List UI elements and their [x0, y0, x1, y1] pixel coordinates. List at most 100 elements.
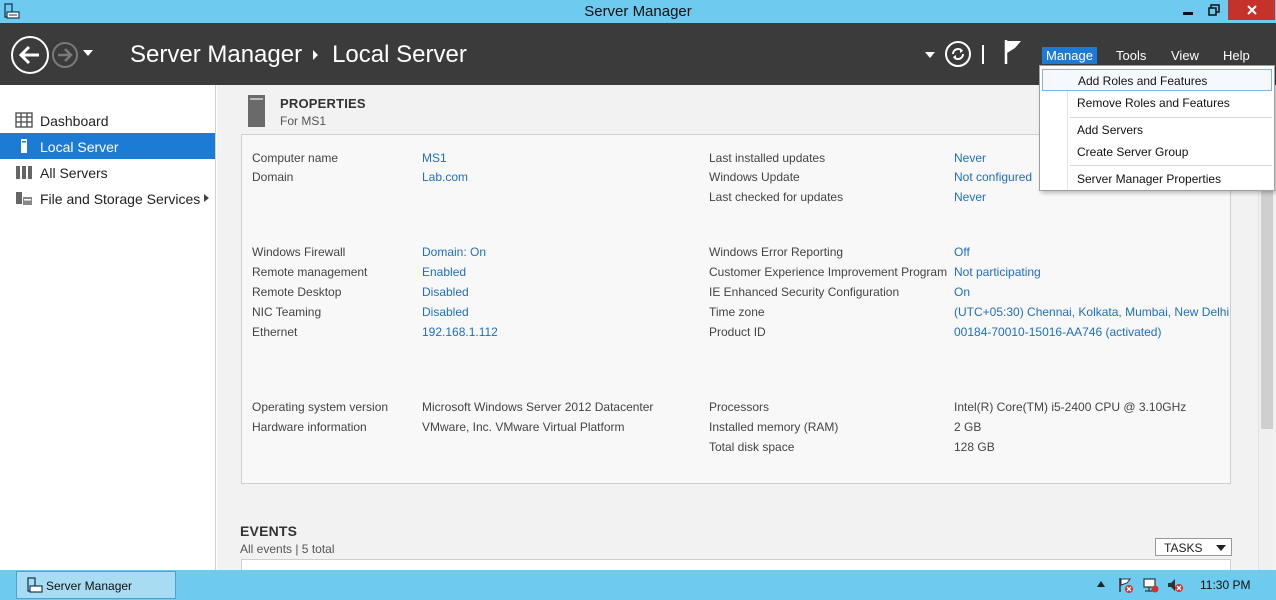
prop-label: Installed memory (RAM): [709, 420, 839, 434]
header-divider: [982, 45, 984, 64]
menu-item-label: Remove Roles and Features: [1077, 96, 1230, 110]
show-hidden-icons-icon[interactable]: [1097, 581, 1105, 587]
memory-value: 2 GB: [954, 420, 982, 434]
minimize-icon: [1182, 12, 1193, 15]
prop-label: Customer Experience Improvement Program: [709, 265, 948, 279]
notifications-flag-icon[interactable]: [1003, 39, 1023, 65]
taskbar-app-label: Server Manager: [46, 579, 133, 593]
sidebar-item-label: Local Server: [40, 139, 119, 155]
refresh-button[interactable]: [945, 41, 971, 67]
forward-button[interactable]: [52, 42, 78, 68]
arrow-left-icon: [19, 45, 39, 65]
prop-label: Remote management: [252, 265, 368, 279]
prop-label: Computer name: [252, 151, 339, 165]
prop-label: Ethernet: [252, 325, 298, 339]
prop-label: Remote Desktop: [252, 285, 342, 299]
prop-label: Time zone: [709, 305, 765, 319]
menu-separator: [1070, 117, 1272, 118]
minimize-button[interactable]: [1174, 0, 1201, 20]
breadcrumb-separator-icon: [313, 50, 319, 60]
window-title: Server Manager: [584, 3, 692, 20]
menu-tools[interactable]: Tools: [1116, 47, 1146, 64]
ethernet-link[interactable]: 192.168.1.112: [422, 325, 498, 339]
clock[interactable]: 11:30 PM: [1200, 578, 1250, 592]
time-zone-link[interactable]: (UTC+05:30) Chennai, Kolkata, Mumbai, Ne…: [954, 305, 1229, 319]
menu-item-remove-roles-features[interactable]: Remove Roles and Features: [1042, 92, 1272, 114]
prop-label: NIC Teaming: [252, 305, 322, 319]
menu-item-server-manager-properties[interactable]: Server Manager Properties: [1042, 168, 1272, 190]
network-icon[interactable]: [1142, 576, 1160, 594]
ie-esc-link[interactable]: On: [954, 285, 970, 299]
menu-item-label: Create Server Group: [1077, 145, 1189, 159]
computer-name-link[interactable]: MS1: [422, 151, 447, 165]
tasks-label: TASKS: [1164, 541, 1203, 555]
prop-label: Processors: [709, 400, 770, 414]
prop-label: Windows Error Reporting: [709, 245, 844, 259]
properties-subtitle: For MS1: [280, 114, 327, 128]
menu-view[interactable]: View: [1171, 47, 1199, 64]
taskbar-server-manager-button[interactable]: Server Manager: [16, 571, 176, 599]
back-button[interactable]: [11, 36, 49, 74]
last-installed-updates-link[interactable]: Never: [954, 151, 986, 165]
remote-desktop-link[interactable]: Disabled: [422, 285, 469, 299]
sidebar-item-all-servers[interactable]: All Servers: [0, 159, 215, 185]
menu-item-add-servers[interactable]: Add Servers: [1042, 119, 1272, 141]
menu-manage[interactable]: Manage: [1042, 47, 1097, 64]
server-manager-app-icon: [27, 577, 43, 593]
menu-item-label: Server Manager Properties: [1077, 172, 1222, 186]
sidebar-item-label: File and Storage Services: [40, 191, 201, 207]
manage-dropdown-menu: Add Roles and Features Remove Roles and …: [1039, 65, 1275, 191]
prop-label: Windows Firewall: [252, 245, 346, 259]
sidebar-item-dashboard[interactable]: Dashboard: [0, 107, 215, 133]
vertical-scrollbar[interactable]: [1258, 189, 1274, 570]
os-version-value: Microsoft Windows Server 2012 Datacenter: [422, 400, 654, 414]
windows-update-link[interactable]: Not configured: [954, 170, 1032, 184]
tasks-dropdown-button[interactable]: TASKS: [1155, 538, 1232, 556]
refresh-icon: [952, 48, 964, 60]
volume-muted-icon[interactable]: [1166, 576, 1184, 594]
menu-item-label: Add Servers: [1077, 123, 1144, 137]
menu-separator: [1070, 165, 1272, 166]
processors-value: Intel(R) Core(TM) i5-2400 CPU @ 3.10GHz: [954, 400, 1187, 414]
prop-label: Product ID: [709, 325, 766, 339]
server-icon: [21, 139, 27, 153]
sidebar-item-local-server[interactable]: Local Server: [0, 133, 215, 159]
menu-help[interactable]: Help: [1223, 47, 1250, 64]
arrow-right-icon: [58, 48, 73, 62]
refresh-dropdown-icon[interactable]: [925, 52, 935, 58]
breadcrumb: Server Manager Local Server: [130, 41, 467, 69]
sidebar-item-label: Dashboard: [40, 113, 109, 129]
sidebar-item-file-storage[interactable]: File and Storage Services: [0, 185, 215, 211]
restore-button[interactable]: [1201, 0, 1226, 20]
firewall-link[interactable]: Domain: On: [422, 245, 486, 259]
domain-link[interactable]: Lab.com: [422, 170, 468, 184]
menu-item-label: Add Roles and Features: [1078, 74, 1208, 88]
ceip-link[interactable]: Not participating: [954, 265, 1041, 279]
nic-teaming-link[interactable]: Disabled: [422, 305, 469, 319]
storage-icon: [16, 192, 32, 205]
sidebar: Dashboard Local Server All Servers File …: [0, 85, 216, 570]
action-center-flag-icon[interactable]: [1117, 576, 1135, 594]
server-properties-icon: [248, 95, 265, 127]
properties-title: PROPERTIES: [280, 96, 366, 111]
prop-label: Windows Update: [709, 170, 800, 184]
expand-arrow-icon[interactable]: [204, 194, 209, 202]
scrollbar-thumb[interactable]: [1261, 189, 1273, 429]
last-checked-updates-link[interactable]: Never: [954, 190, 986, 204]
prop-label: Total disk space: [709, 440, 795, 454]
prop-label: Domain: [252, 170, 294, 184]
product-id-link[interactable]: 00184-70010-15016-AA746 (activated): [954, 325, 1161, 339]
restore-icon: [1207, 4, 1220, 16]
history-dropdown-icon[interactable]: [82, 49, 94, 57]
events-subtitle: All events | 5 total: [240, 542, 335, 556]
close-button[interactable]: [1228, 0, 1275, 20]
sidebar-item-label: All Servers: [40, 165, 108, 181]
remote-management-link[interactable]: Enabled: [422, 265, 466, 279]
dashboard-icon: [15, 112, 33, 128]
close-icon: [1246, 5, 1257, 15]
menu-item-add-roles-features[interactable]: Add Roles and Features: [1042, 69, 1272, 91]
error-reporting-link[interactable]: Off: [954, 245, 970, 259]
breadcrumb-server-manager[interactable]: Server Manager: [130, 41, 302, 69]
taskbar: Server Manager 11:30 PM: [0, 570, 1276, 600]
menu-item-create-server-group[interactable]: Create Server Group: [1042, 141, 1272, 163]
